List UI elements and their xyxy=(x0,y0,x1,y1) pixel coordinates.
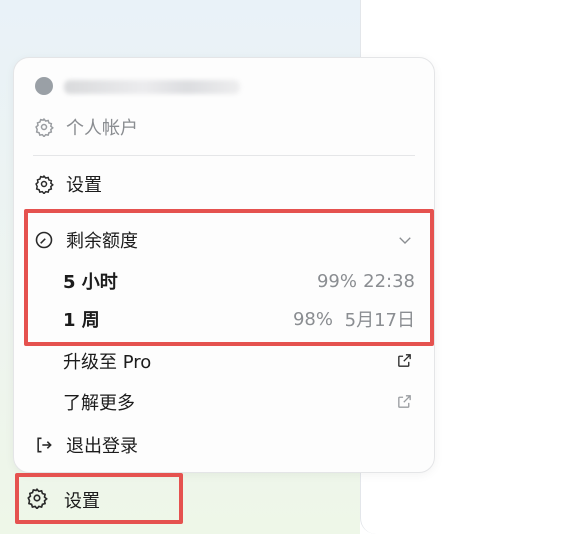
external-link-icon xyxy=(398,354,411,367)
app-window: 个人帐户 设置 剩余额度 5 小时 99% 22:38 1 周 98% 5月17… xyxy=(0,0,573,534)
learn-more-item[interactable]: 了解更多 xyxy=(14,384,434,420)
logout-item[interactable]: 退出登录 xyxy=(14,427,434,463)
divider xyxy=(33,155,415,156)
gear-icon xyxy=(33,173,55,195)
user-name-blurred xyxy=(64,80,240,94)
gear-icon xyxy=(33,116,55,138)
settings-highlight-box xyxy=(15,473,183,524)
external-link-icon xyxy=(398,395,411,408)
logout-label: 退出登录 xyxy=(66,436,138,457)
settings-label: 设置 xyxy=(66,175,102,196)
quota-highlight-box xyxy=(24,209,434,346)
upgrade-pro-item[interactable]: 升级至 Pro xyxy=(14,343,434,379)
settings-item[interactable]: 设置 xyxy=(14,166,434,202)
avatar xyxy=(35,77,53,95)
personal-account-label: 个人帐户 xyxy=(66,118,138,139)
personal-account-item[interactable]: 个人帐户 xyxy=(14,109,434,145)
logout-icon xyxy=(33,434,55,456)
learn-more-label: 了解更多 xyxy=(63,393,135,414)
upgrade-pro-label: 升级至 Pro xyxy=(63,352,152,373)
user-row[interactable] xyxy=(14,68,434,104)
